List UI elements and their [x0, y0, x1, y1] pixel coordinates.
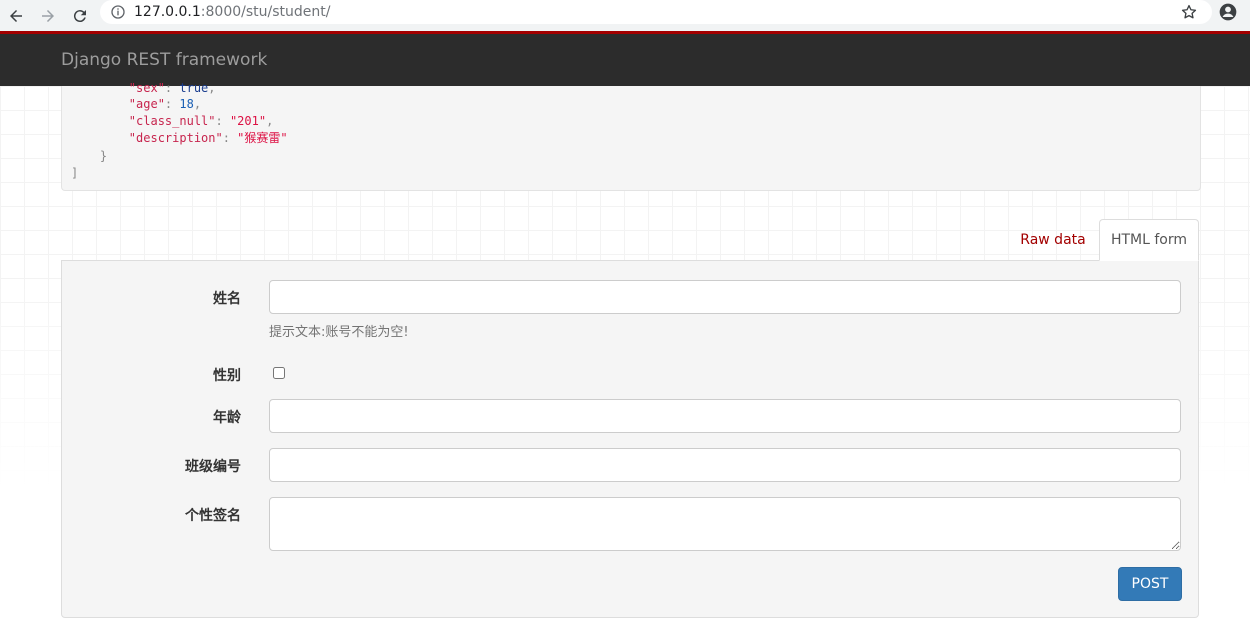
response-line-class-null: "class_null": "201", [128, 114, 274, 128]
name-input[interactable] [269, 280, 1181, 314]
address-bar[interactable]: 127.0.0.1:8000/stu/student/ [100, 0, 1212, 24]
sex-checkbox[interactable] [273, 367, 285, 379]
description-label: 个性签名 [185, 508, 241, 524]
response-line-sex: "sex": true, [128, 81, 216, 95]
age-input[interactable] [269, 399, 1181, 433]
class-label: 班级编号 [185, 459, 241, 475]
bookmark-star-icon[interactable] [1180, 3, 1198, 21]
response-content: "sex": true, "age": 18, "class_null": "2… [61, 81, 1201, 191]
url-path: :8000/stu/student/ [200, 4, 331, 20]
response-line-description: "description": "猴赛雷" [128, 131, 288, 145]
class-input[interactable] [269, 448, 1181, 482]
url-host: 127.0.0.1 [134, 4, 201, 20]
name-label: 姓名 [213, 291, 241, 307]
navbar-brand[interactable]: Django REST framework [61, 50, 267, 70]
response-line-age: "age": 18, [128, 97, 202, 111]
account-avatar-icon[interactable] [1218, 2, 1238, 22]
tab-raw-data[interactable]: Raw data [1010, 220, 1096, 260]
browser-toolbar: 127.0.0.1:8000/stu/student/ [0, 0, 1250, 31]
response-close-brace: } [99, 149, 108, 163]
navbar: Django REST framework [0, 34, 1250, 86]
reload-button[interactable] [68, 4, 92, 28]
reload-icon [73, 9, 86, 22]
html-form-panel: 姓名 提示文本:账号不能为空! 性别 年龄 班级编号 个性签名 POST [61, 260, 1199, 618]
arrow-left-icon [10, 9, 22, 22]
age-label: 年龄 [213, 410, 241, 426]
tab-html-form[interactable]: HTML form [1099, 219, 1199, 261]
arrow-right-icon [42, 9, 54, 22]
response-close-bracket: ] [71, 166, 79, 180]
forward-button[interactable] [36, 4, 60, 28]
back-button[interactable] [4, 4, 28, 28]
post-button[interactable]: POST [1118, 567, 1182, 601]
info-icon[interactable] [110, 4, 126, 20]
description-textarea[interactable] [269, 497, 1181, 551]
name-help-text: 提示文本:账号不能为空! [269, 325, 409, 340]
sex-label: 性别 [213, 368, 241, 384]
